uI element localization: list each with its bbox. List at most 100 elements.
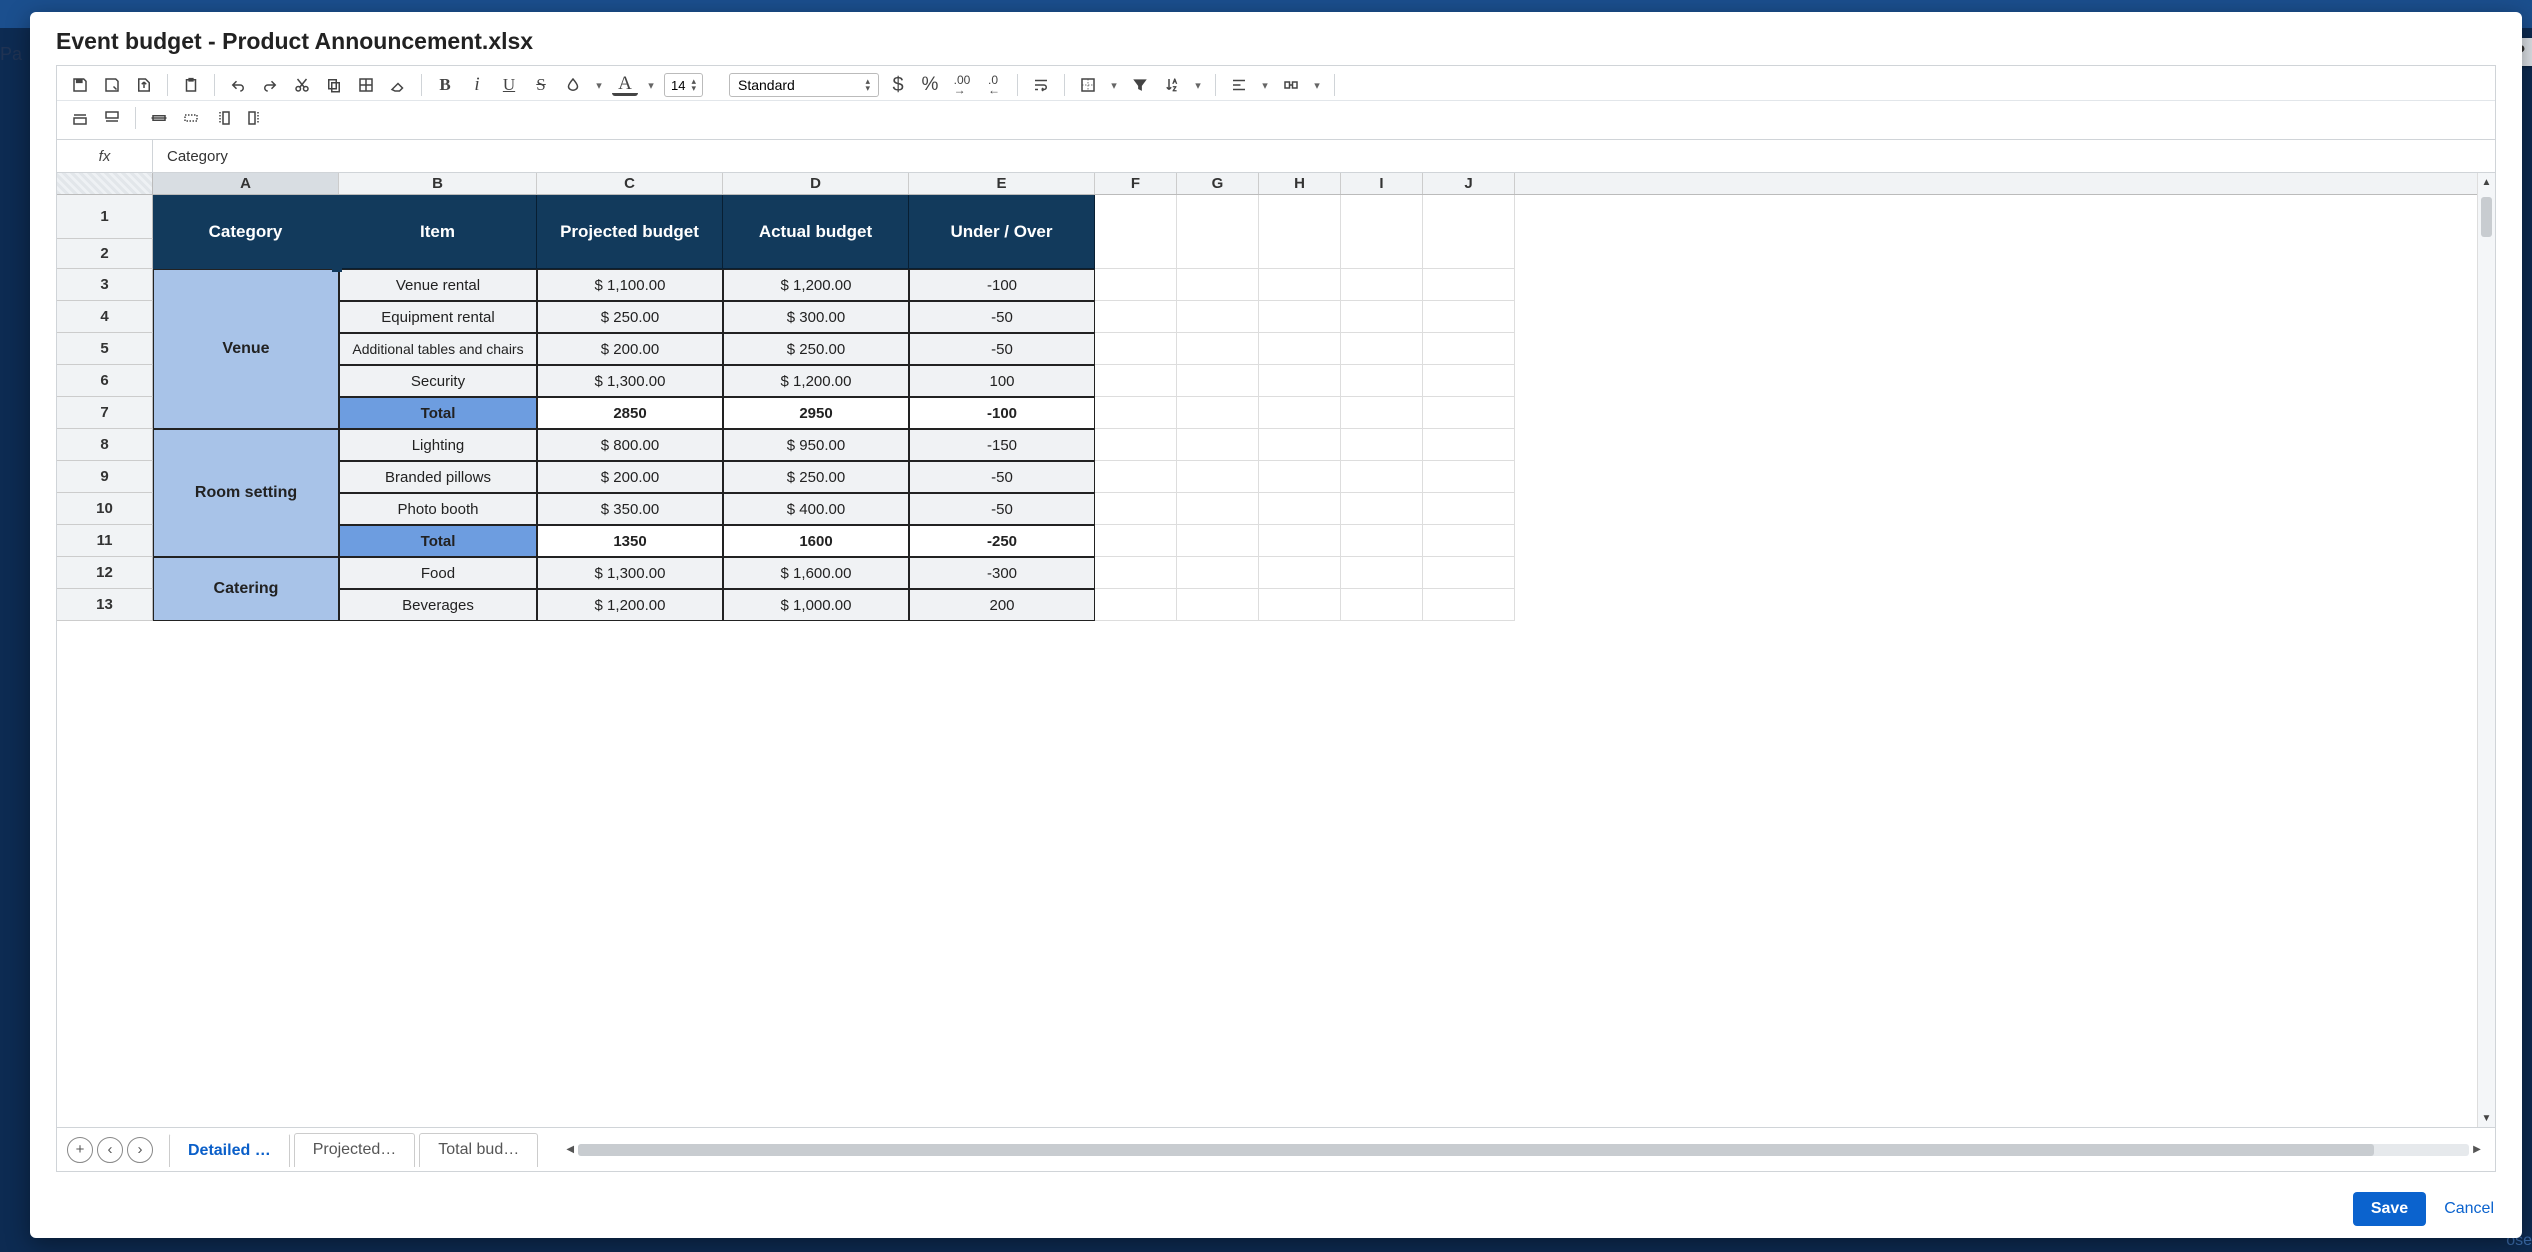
cell[interactable]: Room setting	[153, 429, 339, 557]
scroll-thumb[interactable]	[2481, 197, 2492, 237]
scroll-right-icon[interactable]: ▶	[2469, 1144, 2485, 1155]
cell[interactable]	[1423, 589, 1515, 621]
cell[interactable]: $ 300.00	[723, 301, 909, 333]
cell[interactable]: $ 800.00	[537, 429, 723, 461]
textcolor-dropdown-icon[interactable]: ▾	[644, 72, 658, 98]
col-header[interactable]: C	[537, 173, 723, 194]
insert-col-right-icon[interactable]	[242, 105, 268, 131]
cell[interactable]: Category	[153, 195, 339, 269]
cell[interactable]	[1259, 365, 1341, 397]
row-header[interactable]: 7	[57, 397, 153, 429]
cell-style-select[interactable]: Standard ▴▾	[729, 73, 879, 97]
col-header[interactable]: J	[1423, 173, 1515, 194]
row-header[interactable]: 4	[57, 301, 153, 333]
cell[interactable]	[1177, 525, 1259, 557]
erase-icon[interactable]	[385, 72, 411, 98]
cell[interactable]: Projected budget	[537, 195, 723, 269]
cell[interactable]: $ 1,300.00	[537, 557, 723, 589]
cells-area[interactable]: Category Item Projected budget Actual bu…	[153, 195, 2477, 1127]
grid-icon[interactable]	[353, 72, 379, 98]
cell[interactable]: Security	[339, 365, 537, 397]
cell[interactable]: -100	[909, 269, 1095, 301]
cell[interactable]	[1177, 365, 1259, 397]
undo-icon[interactable]	[225, 72, 251, 98]
cell[interactable]	[1095, 525, 1177, 557]
cell[interactable]: $ 250.00	[537, 301, 723, 333]
cell[interactable]	[1423, 525, 1515, 557]
cell[interactable]: $ 250.00	[723, 461, 909, 493]
cell[interactable]: Item	[339, 195, 537, 269]
cell[interactable]: Equipment rental	[339, 301, 537, 333]
cell[interactable]: Lighting	[339, 429, 537, 461]
wrap-icon[interactable]	[1028, 72, 1054, 98]
copy-icon[interactable]	[321, 72, 347, 98]
cell[interactable]	[1177, 493, 1259, 525]
fx-input[interactable]: Category	[153, 140, 2495, 172]
cell[interactable]	[1259, 589, 1341, 621]
cell[interactable]	[1095, 461, 1177, 493]
cell[interactable]: 200	[909, 589, 1095, 621]
cell[interactable]: -50	[909, 461, 1095, 493]
redo-icon[interactable]	[257, 72, 283, 98]
col-header[interactable]: I	[1341, 173, 1423, 194]
cell[interactable]	[1341, 493, 1423, 525]
vertical-scrollbar[interactable]: ▲ ▼	[2477, 173, 2495, 1127]
select-all-corner[interactable]	[57, 173, 153, 195]
cell[interactable]: -150	[909, 429, 1095, 461]
saveas-icon[interactable]	[99, 72, 125, 98]
cell[interactable]	[1423, 365, 1515, 397]
cell[interactable]	[1177, 333, 1259, 365]
cell[interactable]: $ 1,100.00	[537, 269, 723, 301]
add-decimal-icon[interactable]: .00→	[949, 72, 975, 98]
strike-icon[interactable]: S	[528, 72, 554, 98]
cell[interactable]: -50	[909, 493, 1095, 525]
cell[interactable]	[1259, 195, 1341, 269]
bgcolor-dropdown-icon[interactable]: ▾	[592, 72, 606, 98]
align-icon[interactable]	[1226, 72, 1252, 98]
cell[interactable]	[1259, 525, 1341, 557]
col-header[interactable]: F	[1095, 173, 1177, 194]
sheet-tab[interactable]: Detailed …	[169, 1133, 290, 1167]
cell[interactable]: Under / Over	[909, 195, 1095, 269]
cell[interactable]	[1095, 397, 1177, 429]
cell[interactable]: $ 1,000.00	[723, 589, 909, 621]
cell[interactable]	[1341, 429, 1423, 461]
next-sheet-button[interactable]: ›	[127, 1137, 153, 1163]
cell[interactable]: $ 350.00	[537, 493, 723, 525]
cell[interactable]: -50	[909, 333, 1095, 365]
cell[interactable]	[1341, 557, 1423, 589]
cell[interactable]	[1177, 195, 1259, 269]
cell[interactable]: Catering	[153, 557, 339, 621]
cell[interactable]	[1095, 269, 1177, 301]
cell[interactable]	[1259, 557, 1341, 589]
prev-sheet-button[interactable]: ‹	[97, 1137, 123, 1163]
cell[interactable]: 1600	[723, 525, 909, 557]
delete-row-icon[interactable]	[146, 105, 172, 131]
row-header[interactable]: 3	[57, 269, 153, 301]
col-header[interactable]: D	[723, 173, 909, 194]
merge-dropdown-icon[interactable]: ▾	[1310, 72, 1324, 98]
cell[interactable]: $ 950.00	[723, 429, 909, 461]
currency-icon[interactable]: $	[885, 72, 911, 98]
cell[interactable]	[1259, 429, 1341, 461]
save-icon[interactable]	[67, 72, 93, 98]
cell[interactable]	[1341, 333, 1423, 365]
scroll-up-icon[interactable]: ▲	[2478, 173, 2495, 191]
cell[interactable]	[1177, 429, 1259, 461]
cell[interactable]: -50	[909, 301, 1095, 333]
cell[interactable]	[1423, 333, 1515, 365]
row-header[interactable]: 12	[57, 557, 153, 589]
cell[interactable]: Food	[339, 557, 537, 589]
cell[interactable]	[1423, 397, 1515, 429]
cell[interactable]: $ 1,200.00	[723, 365, 909, 397]
cell[interactable]: Venue rental	[339, 269, 537, 301]
underline-icon[interactable]: U	[496, 72, 522, 98]
paste-icon[interactable]	[178, 72, 204, 98]
sort-dropdown-icon[interactable]: ▾	[1191, 72, 1205, 98]
cell[interactable]	[1423, 557, 1515, 589]
cell[interactable]	[1423, 429, 1515, 461]
row-header[interactable]: 9	[57, 461, 153, 493]
row-header[interactable]: 6	[57, 365, 153, 397]
cell[interactable]	[1341, 397, 1423, 429]
cell[interactable]	[1177, 461, 1259, 493]
